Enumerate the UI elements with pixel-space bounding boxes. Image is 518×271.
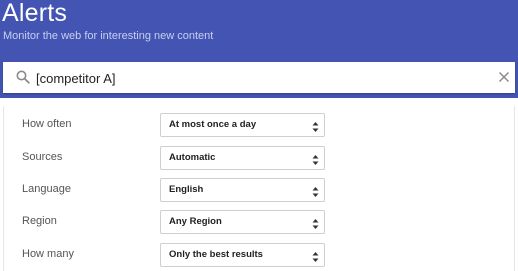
how-many-select[interactable]: Only the best results (160, 243, 325, 267)
sources-select[interactable]: Automatic (160, 146, 325, 170)
option-label: Language (22, 183, 71, 195)
search-icon (16, 70, 30, 84)
option-row-how-often: How often At most once a day (4, 113, 514, 137)
region-select[interactable]: Any Region (160, 210, 325, 234)
how-often-select[interactable]: At most once a day (160, 113, 325, 137)
select-arrows-icon (312, 153, 319, 165)
option-row-how-many: How many Only the best results (4, 243, 514, 267)
page-title: Alerts (2, 0, 68, 27)
option-label: Region (22, 215, 57, 227)
select-value: Only the best results (169, 249, 263, 260)
search-bar (3, 62, 515, 93)
option-label: How many (22, 248, 74, 260)
option-row-region: Region Any Region (4, 210, 514, 234)
select-arrows-icon (312, 120, 319, 132)
option-row-sources: Sources Automatic (4, 146, 514, 170)
option-row-language: Language English (4, 178, 514, 202)
select-arrows-icon (312, 185, 319, 197)
select-value: English (169, 184, 204, 195)
select-value: At most once a day (169, 119, 257, 130)
option-label: How often (22, 118, 72, 130)
language-select[interactable]: English (160, 178, 325, 202)
select-arrows-icon (312, 217, 319, 229)
select-value: Any Region (169, 216, 222, 227)
search-input[interactable] (36, 66, 476, 90)
close-icon[interactable] (497, 70, 511, 84)
select-arrows-icon (312, 250, 319, 262)
alert-options: How often At most once a day Sources Aut… (3, 106, 515, 271)
select-value: Automatic (169, 152, 216, 163)
page-subtitle: Monitor the web for interesting new cont… (3, 30, 214, 42)
option-label: Sources (22, 151, 63, 163)
